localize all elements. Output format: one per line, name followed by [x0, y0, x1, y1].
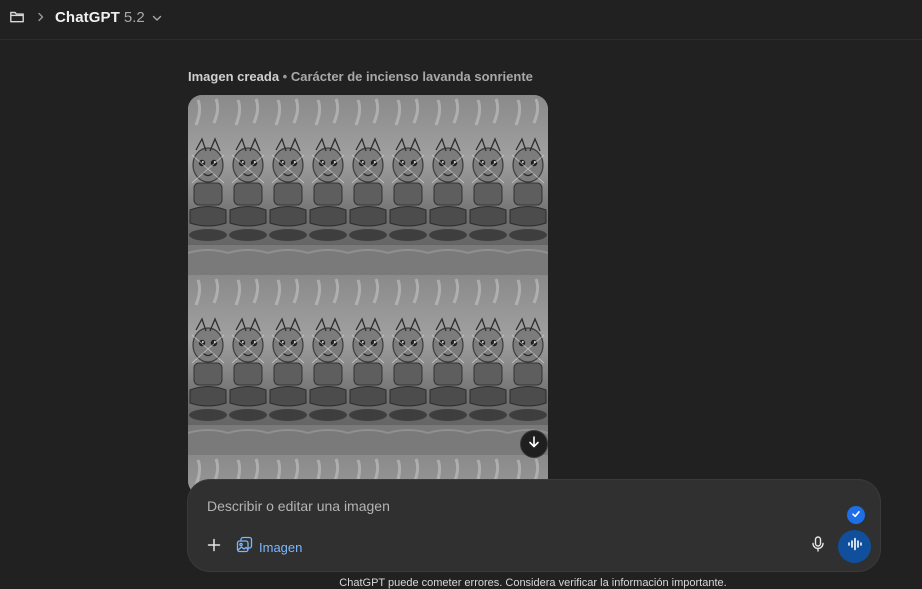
chevron-right-icon	[35, 10, 47, 24]
image-caption: Imagen creada • Carácter de incienso lav…	[188, 69, 533, 84]
dictate-button[interactable]	[807, 535, 829, 557]
caption-title: Imagen creada	[188, 69, 280, 84]
model-name: ChatGPT	[55, 8, 120, 26]
folder-icon[interactable]	[9, 9, 25, 25]
download-button[interactable]	[520, 430, 548, 458]
image-tool-button[interactable]: Imagen	[236, 536, 302, 558]
caption-separator: •	[282, 69, 288, 84]
composer: Imagen	[188, 480, 880, 571]
generated-image[interactable]	[188, 95, 548, 495]
disclaimer: ChatGPT puede cometer errores. Considera…	[339, 577, 727, 589]
prompt-input[interactable]	[207, 495, 827, 517]
generated-image-art	[188, 95, 548, 495]
image-icon	[236, 536, 253, 558]
model-selector[interactable]: ChatGPT 5.2	[55, 6, 163, 28]
caption-subtitle: Carácter de incienso lavanda sonriente	[290, 69, 533, 84]
check-icon	[851, 506, 861, 524]
arrow-down-icon	[527, 435, 541, 454]
chevron-down-icon	[151, 11, 163, 23]
model-version: 5.2	[123, 8, 145, 26]
plus-icon	[207, 538, 221, 557]
voice-waveform-icon	[847, 537, 863, 556]
voice-mode-button[interactable]	[838, 530, 871, 563]
microphone-icon	[811, 535, 825, 557]
selected-check-badge[interactable]	[847, 506, 865, 524]
image-tool-label: Imagen	[259, 539, 303, 555]
add-attachment-button[interactable]	[203, 536, 225, 558]
top-bar: ChatGPT 5.2	[0, 0, 922, 40]
